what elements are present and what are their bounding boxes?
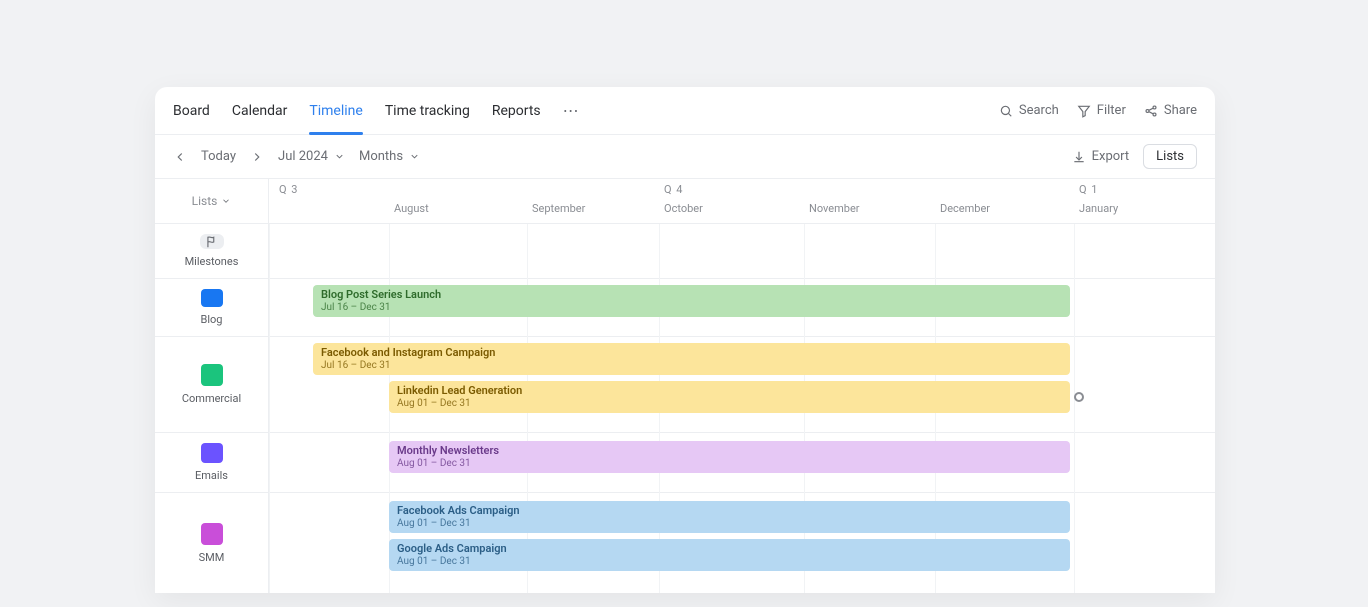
timeline-bar[interactable]: Facebook Ads Campaign Aug 01 – Dec 31 <box>389 501 1070 533</box>
timeline-row-emails: Emails Monthly Newsletters Aug 01 – Dec … <box>155 433 1215 493</box>
month-label: January <box>1079 202 1118 215</box>
color-swatch-blog <box>201 289 223 307</box>
filter-button[interactable]: Filter <box>1077 103 1126 118</box>
row-label-text: Emails <box>195 469 228 482</box>
row-label-commercial[interactable]: Commercial <box>155 337 269 432</box>
scale-selector[interactable]: Months <box>359 149 420 164</box>
bar-title: Monthly Newsletters <box>397 444 1062 457</box>
bar-date: Aug 01 – Dec 31 <box>397 458 1062 470</box>
tabs-bar: Board Calendar Timeline Time tracking Re… <box>155 87 1215 135</box>
chevron-down-icon <box>334 151 345 162</box>
timeline-header: Lists Q 3 Q 4 Q 1 August September Octob… <box>155 179 1215 224</box>
row-label-emails[interactable]: Emails <box>155 433 269 492</box>
timeline-row-smm: SMM Facebook Ads Campaign Aug 01 – Dec 3… <box>155 493 1215 593</box>
timeline-body: Milestones Blog Blog Post Series Launch … <box>155 224 1215 593</box>
bar-title: Google Ads Campaign <box>397 542 1062 555</box>
chevron-down-icon <box>221 196 231 206</box>
timeline-bar[interactable]: Google Ads Campaign Aug 01 – Dec 31 <box>389 539 1070 571</box>
month-label: December <box>940 202 990 215</box>
month-label: November <box>809 202 860 215</box>
scale-label: Months <box>359 149 403 164</box>
chevron-down-icon <box>409 151 420 162</box>
bar-date: Aug 01 – Dec 31 <box>397 398 1062 410</box>
quarter-label: Q 1 <box>1079 183 1098 196</box>
lists-header-label: Lists <box>192 194 218 208</box>
timeline-bar[interactable]: Linkedin Lead Generation Aug 01 – Dec 31 <box>389 381 1070 413</box>
quarter-label: Q 3 <box>279 183 298 196</box>
bar-title: Linkedin Lead Generation <box>397 384 1062 397</box>
prev-button[interactable] <box>173 150 187 164</box>
chevron-left-icon <box>173 150 187 164</box>
timeline-row-milestones: Milestones <box>155 224 1215 279</box>
today-button[interactable]: Today <box>201 149 236 164</box>
lists-column-header[interactable]: Lists <box>155 179 269 223</box>
download-icon <box>1072 150 1086 164</box>
share-label: Share <box>1164 103 1197 118</box>
filter-icon <box>1077 104 1091 118</box>
bar-resize-handle[interactable] <box>1074 392 1084 402</box>
milestone-icon-wrap <box>200 234 224 249</box>
share-button[interactable]: Share <box>1144 103 1197 118</box>
toolbar: Today Jul 2024 Months Export Lists <box>155 135 1215 179</box>
timeline-bar[interactable]: Facebook and Instagram Campaign Jul 16 –… <box>313 343 1070 375</box>
bar-title: Facebook Ads Campaign <box>397 504 1062 517</box>
timeline-row-blog: Blog Blog Post Series Launch Jul 16 – De… <box>155 279 1215 337</box>
timeline-bar[interactable]: Blog Post Series Launch Jul 16 – Dec 31 <box>313 285 1070 317</box>
flag-icon <box>205 235 219 249</box>
search-button[interactable]: Search <box>999 103 1059 118</box>
color-swatch-smm <box>201 523 223 545</box>
row-label-text: Commercial <box>182 392 241 405</box>
next-button[interactable] <box>250 150 264 164</box>
bar-date: Jul 16 – Dec 31 <box>321 360 1062 372</box>
more-tabs-icon[interactable]: ⋯ <box>563 101 579 120</box>
tab-calendar[interactable]: Calendar <box>232 87 288 135</box>
tab-board[interactable]: Board <box>173 87 210 135</box>
bar-date: Aug 01 – Dec 31 <box>397 518 1062 530</box>
search-icon <box>999 104 1013 118</box>
bar-title: Facebook and Instagram Campaign <box>321 346 1062 359</box>
lists-button[interactable]: Lists <box>1143 144 1197 169</box>
tab-timeline[interactable]: Timeline <box>309 87 362 135</box>
bar-date: Jul 16 – Dec 31 <box>321 302 1062 314</box>
row-label-milestones[interactable]: Milestones <box>155 224 269 278</box>
export-label: Export <box>1092 149 1130 164</box>
bar-title: Blog Post Series Launch <box>321 288 1062 301</box>
row-label-text: Blog <box>201 313 223 326</box>
month-label: August <box>394 202 429 215</box>
quarter-label: Q 4 <box>664 183 683 196</box>
date-selector[interactable]: Jul 2024 <box>278 149 345 164</box>
export-button[interactable]: Export <box>1072 149 1130 164</box>
date-label: Jul 2024 <box>278 149 328 164</box>
row-label-text: SMM <box>199 551 225 564</box>
month-label: September <box>532 202 585 215</box>
color-swatch-commercial <box>201 364 223 386</box>
share-icon <box>1144 104 1158 118</box>
tab-time-tracking[interactable]: Time tracking <box>385 87 470 135</box>
chevron-right-icon <box>250 150 264 164</box>
row-label-smm[interactable]: SMM <box>155 493 269 593</box>
color-swatch-emails <box>201 443 223 463</box>
row-label-blog[interactable]: Blog <box>155 279 269 336</box>
row-label-text: Milestones <box>185 255 239 268</box>
timeline-row-commercial: Commercial Facebook and Instagram Campai… <box>155 337 1215 433</box>
tab-reports[interactable]: Reports <box>492 87 541 135</box>
month-label: October <box>664 202 703 215</box>
bar-date: Aug 01 – Dec 31 <box>397 556 1062 568</box>
search-label: Search <box>1019 103 1059 118</box>
timeline-bar[interactable]: Monthly Newsletters Aug 01 – Dec 31 <box>389 441 1070 473</box>
filter-label: Filter <box>1097 103 1126 118</box>
